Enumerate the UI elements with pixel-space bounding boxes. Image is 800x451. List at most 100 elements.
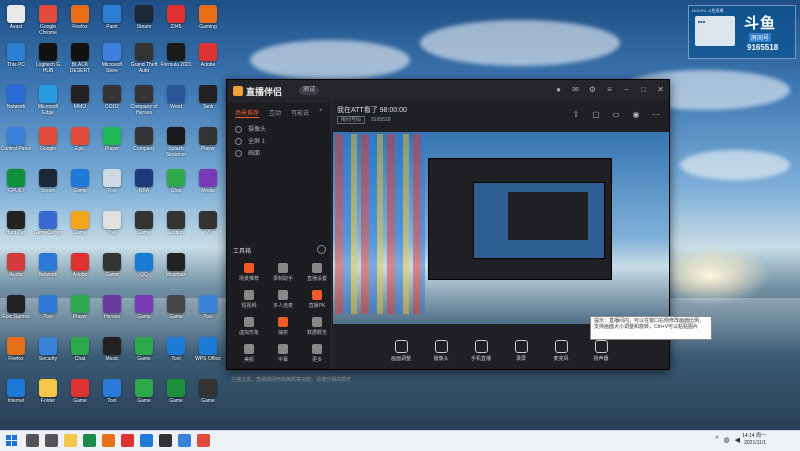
layer-item[interactable]: 摄像头: [227, 124, 331, 136]
desktop-icon[interactable]: Formula 2021: [160, 40, 192, 80]
desktop-icon[interactable]: Google: [32, 124, 64, 164]
tool-item[interactable]: 短视频: [233, 289, 265, 315]
desktop-icon[interactable]: Media: [192, 166, 224, 206]
desktop-icon[interactable]: Audio: [0, 250, 32, 290]
desktop-icon[interactable]: Tool: [96, 376, 128, 416]
desktop-icon[interactable]: Adobe: [192, 40, 224, 80]
desktop-icon[interactable]: Internet: [0, 376, 32, 416]
menu-icon[interactable]: ≡: [605, 85, 614, 94]
app-icon[interactable]: [197, 434, 210, 447]
app-icon[interactable]: [140, 434, 153, 447]
eye-icon[interactable]: [235, 149, 242, 157]
desktop-icon[interactable]: Paint: [96, 2, 128, 42]
desktop-icon[interactable]: Game: [96, 250, 128, 290]
desktop-icon[interactable]: Player: [64, 292, 96, 332]
desktop-icon[interactable]: Steam: [32, 166, 64, 206]
desktop-icon[interactable]: Avast: [0, 2, 32, 42]
control-button[interactable]: 手机直播: [468, 338, 494, 369]
desktop-icon[interactable]: Gaming: [192, 2, 224, 42]
desktop-icon[interactable]: Company: [128, 124, 160, 164]
share-icon[interactable]: ⇧: [571, 110, 581, 120]
control-button[interactable]: 摄像头: [428, 338, 454, 369]
desktop-icon[interactable]: Game: [128, 292, 160, 332]
desktop-icon[interactable]: Game: [128, 334, 160, 374]
tab-scene[interactable]: 场景推荐: [235, 108, 260, 118]
desktop-icon[interactable]: Grand Theft Auto: [128, 40, 160, 80]
desktop-icon[interactable]: Game: [64, 166, 96, 206]
app-icon[interactable]: [159, 434, 172, 447]
chevron-up-icon[interactable]: ^: [715, 436, 718, 444]
tool-item[interactable]: 录制助手: [267, 262, 299, 288]
desktop-icon[interactable]: Word: [160, 82, 192, 122]
desktop-icon[interactable]: COD2: [96, 82, 128, 122]
desktop-icon[interactable]: 2345: [160, 2, 192, 42]
more-icon[interactable]: ⋯: [651, 110, 661, 120]
network-icon[interactable]: ◍: [724, 436, 730, 444]
desktop-icon[interactable]: Game: [192, 376, 224, 416]
close-icon[interactable]: ✕: [656, 85, 665, 94]
control-button[interactable]: 麦克风: [548, 338, 574, 369]
desktop-icon[interactable]: Game: [64, 208, 96, 248]
app-titlebar[interactable]: 直播伴侣 测试 ● ✉ ⚙ ≡ – □ ✕: [227, 80, 669, 102]
desktop-icon[interactable]: Game: [160, 292, 192, 332]
desktop-icon[interactable]: Microsoft Store: [96, 40, 128, 80]
eye-icon[interactable]: [235, 125, 242, 133]
desktop-icon[interactable]: NBA: [128, 166, 160, 206]
desktop-icon[interactable]: Game: [64, 376, 96, 416]
desktop-icon[interactable]: Adobe: [64, 250, 96, 290]
desktop-icon[interactable]: Control Panel: [0, 124, 32, 164]
desktop-icon[interactable]: Player: [192, 124, 224, 164]
screen-icon[interactable]: ▭: [611, 110, 621, 120]
eye-icon[interactable]: [235, 137, 242, 145]
maximize-icon[interactable]: □: [639, 85, 648, 94]
desktop-icon[interactable]: Hunt Zen: [0, 208, 32, 248]
task-view-icon[interactable]: [45, 434, 58, 447]
desktop-icon[interactable]: QQ: [128, 250, 160, 290]
desktop-icon[interactable]: Edition: [160, 208, 192, 248]
app-icon[interactable]: [178, 434, 191, 447]
file-explorer-icon[interactable]: [64, 434, 77, 447]
desktop-icon[interactable]: Firefox: [0, 334, 32, 374]
settings-icon[interactable]: ⚙: [588, 85, 597, 94]
camera-icon[interactable]: ◉: [631, 110, 641, 120]
desktop-icon[interactable]: Music: [96, 334, 128, 374]
desktop-icon[interactable]: Company of Heroes: [128, 82, 160, 122]
desktop-icon[interactable]: MMO: [64, 82, 96, 122]
chat-icon[interactable]: ✉: [571, 85, 580, 94]
desktop-icon[interactable]: VI: [192, 208, 224, 248]
tool-item[interactable]: 更多: [301, 343, 333, 369]
tool-item[interactable]: 直播设置: [301, 262, 333, 288]
minimize-icon[interactable]: –: [622, 85, 631, 94]
lock-icon[interactable]: ▢: [591, 110, 601, 120]
tool-item[interactable]: 直播PK: [301, 289, 333, 315]
layer-item[interactable]: 画面: [227, 148, 331, 160]
tool-item[interactable]: 抽奖: [267, 316, 299, 342]
tab-interact[interactable]: 互动: [269, 108, 281, 118]
desktop-icon[interactable]: BLACK DESERT: [64, 40, 96, 80]
desktop-icon[interactable]: Steam: [128, 2, 160, 42]
desktop-icon[interactable]: Logitech G HUB: [32, 40, 64, 80]
desktop-icon[interactable]: Game: [160, 376, 192, 416]
desktop-icon[interactable]: Chat: [160, 166, 192, 206]
tab-other[interactable]: 可能说: [291, 108, 309, 118]
add-tab-icon[interactable]: +: [319, 108, 323, 118]
desktop-icon[interactable]: Player: [96, 124, 128, 164]
toolbox-toggle-icon[interactable]: [317, 245, 326, 254]
desktop-icon[interactable]: Network: [32, 250, 64, 290]
desktop-icon[interactable]: Tank: [192, 82, 224, 122]
system-tray[interactable]: ^ ◍ ◀: [715, 436, 740, 444]
tool-item[interactable]: 场景推荐: [233, 262, 265, 288]
desktop-icon[interactable]: Tool: [160, 334, 192, 374]
desktop-icon[interactable]: Tool: [32, 292, 64, 332]
desktop-icon[interactable]: Game: [128, 208, 160, 248]
avatar-icon[interactable]: ●: [554, 85, 563, 94]
control-button[interactable]: 画面调整: [388, 338, 414, 369]
desktop-icon[interactable]: GameCenter: [32, 208, 64, 248]
desktop-icon[interactable]: Epic: [64, 124, 96, 164]
tool-item[interactable]: 多人连麦: [267, 289, 299, 315]
desktop-icon[interactable]: Chat: [64, 334, 96, 374]
desktop-icon[interactable]: Splash Streamer: [160, 124, 192, 164]
volume-icon[interactable]: ◀: [735, 436, 740, 444]
control-button[interactable]: 扬声器: [588, 338, 614, 369]
clock[interactable]: 14:14 周一 2021/11/1: [742, 433, 766, 447]
